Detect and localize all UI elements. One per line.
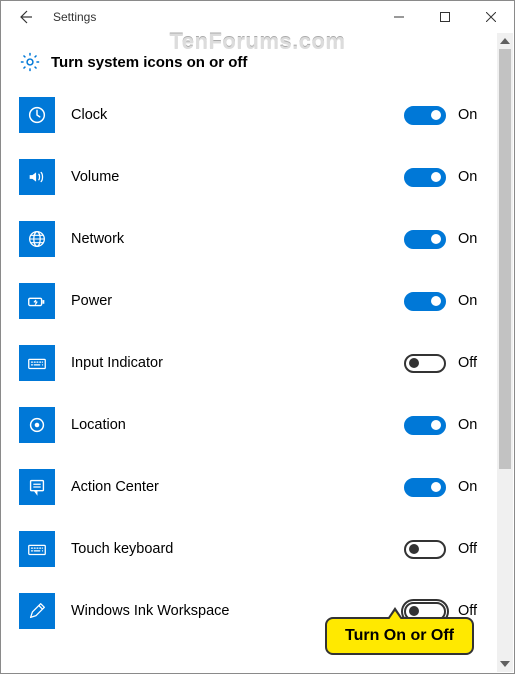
chevron-down-icon (500, 661, 510, 667)
annotation-callout: Turn On or Off (325, 617, 474, 655)
setting-label: Location (71, 417, 388, 433)
toggle-state-label: Off (458, 355, 486, 371)
toggle-state-label: On (458, 107, 486, 123)
network-icon (19, 221, 55, 257)
setting-label: Touch keyboard (71, 541, 388, 557)
arrow-left-icon (17, 9, 33, 25)
toggle-thumb (409, 606, 419, 616)
toggle-area: On (404, 416, 486, 435)
toggle-area: On (404, 478, 486, 497)
scrollbar-thumb[interactable] (499, 49, 511, 469)
pen-icon (19, 593, 55, 629)
setting-row: Clock On (19, 97, 486, 133)
volume-icon (19, 159, 55, 195)
toggle-switch[interactable] (404, 478, 446, 497)
toggle-area: On (404, 106, 486, 125)
toggle-thumb (431, 482, 441, 492)
toggle-state-label: On (458, 169, 486, 185)
page-title: Turn system icons on or off (51, 54, 247, 71)
power-icon (19, 283, 55, 319)
toggle-area: On (404, 168, 486, 187)
toggle-switch[interactable] (404, 106, 446, 125)
minimize-button[interactable] (376, 1, 422, 33)
toggle-thumb (431, 234, 441, 244)
minimize-icon (394, 12, 404, 22)
toggle-thumb (431, 110, 441, 120)
toggle-switch[interactable] (404, 416, 446, 435)
keyboard-icon (19, 531, 55, 567)
toggle-thumb (431, 296, 441, 306)
toggle-area: Off (404, 354, 486, 373)
toggle-thumb (431, 172, 441, 182)
setting-row: Touch keyboard Off (19, 531, 486, 567)
maximize-button[interactable] (422, 1, 468, 33)
toggle-area: On (404, 230, 486, 249)
setting-label: Input Indicator (71, 355, 388, 371)
toggle-state-label: Off (458, 541, 486, 557)
setting-label: Network (71, 231, 388, 247)
clock-icon (19, 97, 55, 133)
setting-label: Volume (71, 169, 388, 185)
chevron-up-icon (500, 38, 510, 44)
toggle-switch[interactable] (404, 230, 446, 249)
toggle-switch[interactable] (404, 540, 446, 559)
close-button[interactable] (468, 1, 514, 33)
setting-row: Action Center On (19, 469, 486, 505)
page-header: Turn system icons on or off (19, 51, 486, 73)
setting-label: Power (71, 293, 388, 309)
toggle-switch[interactable] (404, 292, 446, 311)
maximize-icon (440, 12, 450, 22)
toggle-state-label: On (458, 231, 486, 247)
toggle-thumb (431, 420, 441, 430)
settings-content: Turn system icons on or off ClockOnVolum… (1, 33, 514, 673)
setting-row: Location On (19, 407, 486, 443)
setting-row: Input Indicator Off (19, 345, 486, 381)
toggle-state-label: On (458, 479, 486, 495)
toggle-switch[interactable] (404, 354, 446, 373)
back-button[interactable] (1, 1, 49, 33)
callout-text: Turn On or Off (345, 627, 454, 644)
toggle-thumb (409, 358, 419, 368)
toggle-thumb (409, 544, 419, 554)
setting-label: Action Center (71, 479, 388, 495)
toggle-switch[interactable] (404, 168, 446, 187)
action-center-icon (19, 469, 55, 505)
toggle-area: On (404, 292, 486, 311)
location-icon (19, 407, 55, 443)
titlebar: Settings (1, 1, 514, 33)
setting-row: Power On (19, 283, 486, 319)
gear-icon (19, 51, 41, 73)
window-title: Settings (49, 10, 96, 24)
setting-row: Network On (19, 221, 486, 257)
close-icon (486, 12, 496, 22)
toggle-state-label: On (458, 417, 486, 433)
toggle-state-label: On (458, 293, 486, 309)
keyboard-icon (19, 345, 55, 381)
setting-label: Clock (71, 107, 388, 123)
scrollbar[interactable] (497, 33, 513, 672)
scroll-up-button[interactable] (497, 33, 513, 49)
setting-row: Volume On (19, 159, 486, 195)
toggle-area: Off (404, 540, 486, 559)
scroll-down-button[interactable] (497, 656, 513, 672)
